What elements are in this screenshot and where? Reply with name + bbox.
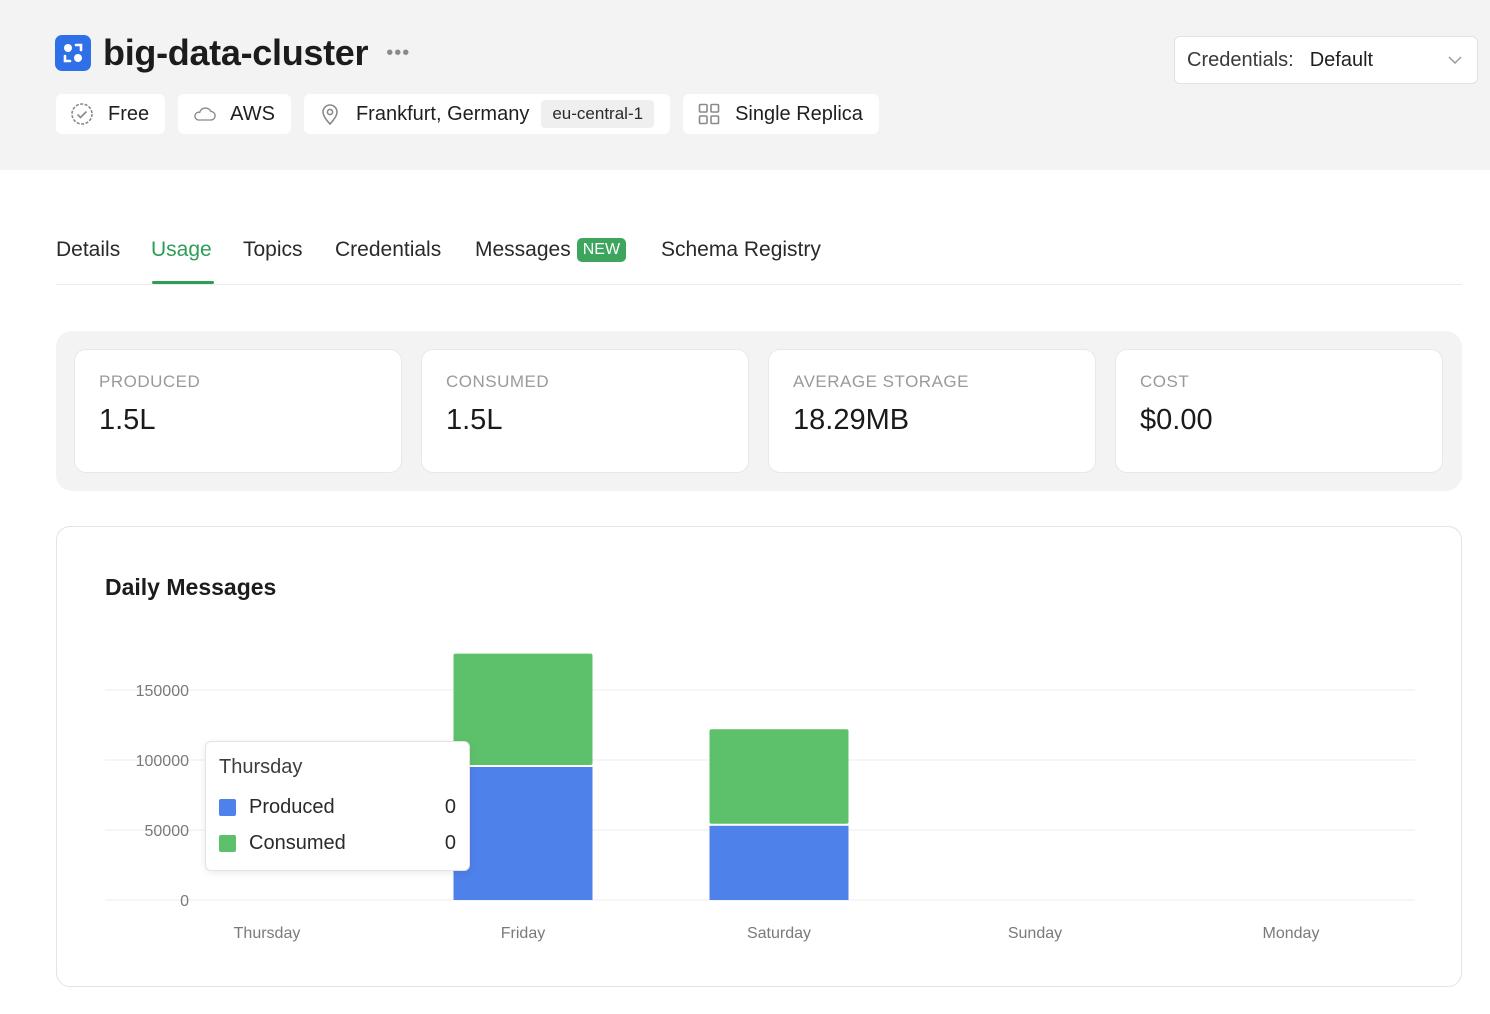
tab-schema-registry[interactable]: Schema Registry [661,238,821,262]
tab-messages[interactable]: Messages NEW [475,238,627,264]
tooltip-series-name: Produced [249,795,335,818]
cluster-logo-icon [55,35,91,71]
stat-label: AVERAGE STORAGE [793,372,969,391]
x-tick-label: Saturday [747,925,811,942]
consumed-swatch [219,834,236,852]
stat-card-cost: COST $0.00 [1115,349,1443,473]
y-tick-label: 150000 [136,683,189,700]
cloud-icon [192,102,216,126]
stat-label: COST [1140,372,1190,391]
bar-produced-friday [453,767,593,900]
tooltip-row-produced: Produced 0 [219,789,457,825]
stat-card-produced: PRODUCED 1.5L [74,349,402,473]
stat-label: PRODUCED [99,372,201,391]
x-tick-label: Monday [1263,925,1320,942]
replication-label: Single Replica [735,102,863,125]
stat-value: $0.00 [1140,404,1213,436]
grid-icon [697,102,721,126]
chevron-down-icon [1445,50,1465,70]
tab-messages-label: Messages [475,238,571,261]
stat-value: 18.29MB [793,404,910,436]
cluster-header: big-data-cluster ••• Free AWS Frankfurt,… [0,0,1490,170]
y-tick-label: 100000 [136,753,189,770]
location-chip: Frankfurt, Germany eu-central-1 [303,94,671,134]
x-tick-label: Friday [501,925,545,942]
tooltip-day: Thursday [219,756,303,778]
bar-consumed-friday [453,653,593,765]
cluster-info-chips: Free AWS Frankfurt, Germany eu-central-1… [56,94,879,134]
stat-value: 1.5L [446,404,503,436]
badge-check-icon [70,102,94,126]
replication-chip: Single Replica [683,94,879,134]
tab-topics[interactable]: Topics [243,238,303,262]
chart-tooltip: Thursday Produced 0 Consumed 0 [205,741,470,871]
map-pin-icon [318,102,342,126]
provider-chip: AWS [178,94,291,134]
x-tick-label: Sunday [1008,925,1062,942]
stat-card-average-storage: AVERAGE STORAGE 18.29MB [768,349,1096,473]
tooltip-series-value: 0 [444,795,456,818]
usage-stats: PRODUCED 1.5L CONSUMED 1.5L AVERAGE STOR… [56,331,1462,491]
daily-messages-chart-card: Daily Messages 0 50000 100000 150000 Thursda… [56,526,1462,987]
new-badge: NEW [576,238,627,262]
more-options-icon[interactable]: ••• [386,43,410,63]
region-code-badge: eu-central-1 [541,100,655,128]
bar-produced-saturday [709,825,849,900]
provider-label: AWS [230,102,275,125]
tab-usage[interactable]: Usage [151,238,212,262]
y-tick-label: 50000 [145,823,190,840]
bar-consumed-saturday [709,729,849,824]
credentials-select[interactable]: Credentials: Default [1174,36,1478,84]
cluster-tabs: Details Usage Topics Credentials Message… [56,230,1462,285]
tab-details[interactable]: Details [56,238,120,262]
tooltip-series-name: Consumed [249,831,346,854]
cluster-title-row: big-data-cluster ••• [55,32,410,74]
credentials-select-value: Default [1309,48,1374,71]
produced-swatch [219,798,236,816]
tooltip-series-value: 0 [444,831,456,854]
x-tick-label: Thursday [234,925,301,942]
stat-value: 1.5L [99,404,156,436]
credentials-select-label: Credentials: [1187,48,1294,71]
location-label: Frankfurt, Germany [355,102,530,125]
stat-card-consumed: CONSUMED 1.5L [421,349,749,473]
stat-label: CONSUMED [446,372,550,391]
active-tab-indicator [152,281,214,284]
cluster-name: big-data-cluster [103,32,369,73]
plan-label: Free [108,102,150,125]
tooltip-row-consumed: Consumed 0 [219,825,457,861]
y-tick-label: 0 [180,893,189,910]
tab-credentials[interactable]: Credentials [335,238,441,262]
plan-chip: Free [56,94,166,134]
